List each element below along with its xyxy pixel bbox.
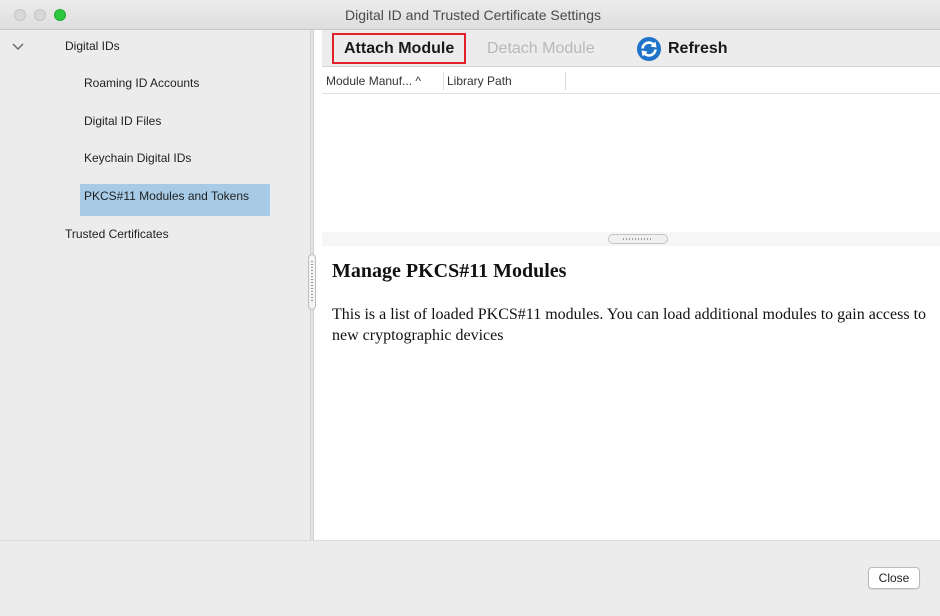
horizontal-splitter[interactable] [322, 232, 940, 246]
sidebar-item-digital-ids[interactable]: Digital IDs [65, 38, 120, 54]
column-header-library-path[interactable]: Library Path [447, 74, 512, 88]
modules-table-header: Module Manuf... ^ Library Path [322, 68, 940, 94]
column-separator[interactable] [443, 72, 444, 90]
footer-bar: Close [0, 540, 940, 616]
sidebar-item-trusted-certificates[interactable]: Trusted Certificates [65, 226, 169, 242]
sidebar-item-pkcs11-modules[interactable]: PKCS#11 Modules and Tokens [84, 188, 249, 204]
splitter-grip-handle[interactable] [308, 254, 316, 310]
column-separator[interactable] [565, 72, 566, 90]
refresh-icon [637, 37, 661, 61]
refresh-label: Refresh [668, 40, 728, 57]
description-panel: Manage PKCS#11 Modules This is a list of… [322, 246, 940, 540]
sidebar-item-digital-id-files[interactable]: Digital ID Files [84, 113, 161, 129]
sidebar-item-roaming-id-accounts[interactable]: Roaming ID Accounts [84, 75, 199, 91]
column-header-module-manufacturer[interactable]: Module Manuf... ^ [326, 74, 421, 88]
toolbar: Attach Module Detach Module Refresh [322, 30, 940, 67]
refresh-button[interactable]: Refresh [628, 33, 738, 64]
attach-module-button[interactable]: Attach Module [332, 33, 467, 64]
detach-module-button[interactable]: Detach Module [477, 33, 605, 64]
description-body: This is a list of loaded PKCS#11 modules… [332, 306, 927, 344]
close-button[interactable]: Close [868, 567, 920, 589]
sidebar: Digital IDs Roaming ID Accounts Digital … [0, 30, 310, 540]
description-title: Manage PKCS#11 Modules [332, 260, 567, 282]
modules-table-body[interactable] [322, 95, 940, 231]
splitter-grip-handle[interactable] [608, 234, 668, 244]
title-bar: Digital ID and Trusted Certificate Setti… [0, 0, 940, 30]
window-title: Digital ID and Trusted Certificate Setti… [344, 7, 601, 23]
chevron-down-icon[interactable] [11, 42, 25, 52]
sidebar-item-keychain-digital-ids[interactable]: Keychain Digital IDs [84, 150, 191, 166]
